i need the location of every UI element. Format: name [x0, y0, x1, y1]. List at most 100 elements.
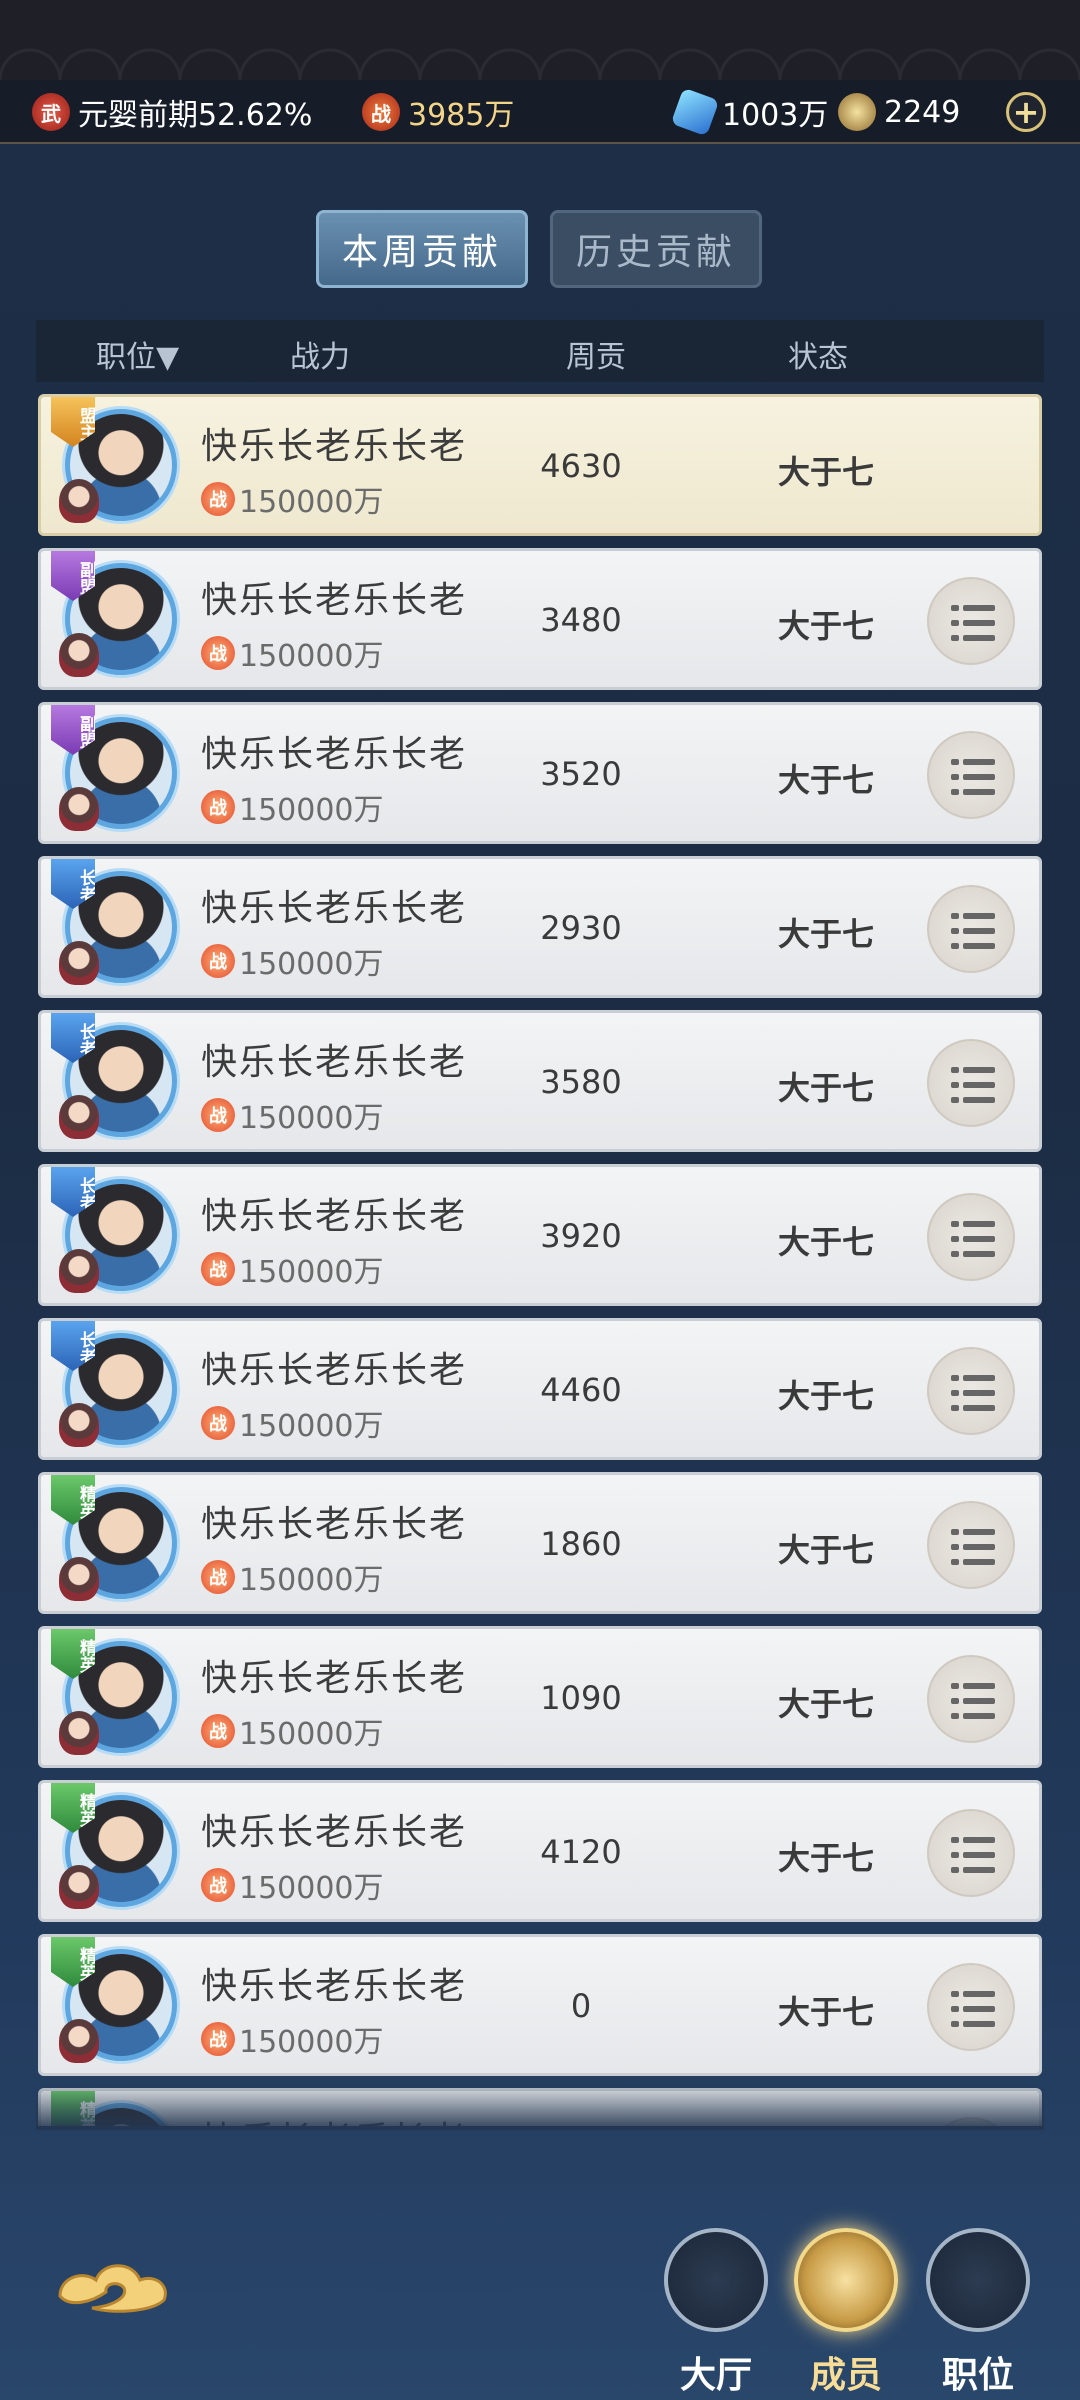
member-weekly: 2930 [540, 909, 622, 947]
member-row[interactable]: 长老 快乐长老乐长老 战 150000万 4460 大于七 [38, 1318, 1042, 1460]
list-icon [951, 1405, 995, 1411]
member-power-value: 150000万 [239, 485, 384, 520]
member-avatar[interactable]: 精英 [51, 1937, 183, 2067]
member-power-value: 150000万 [239, 1717, 384, 1752]
member-menu-button[interactable] [927, 1347, 1015, 1435]
nav-item[interactable]: 成员 [794, 2228, 900, 2396]
member-row[interactable]: 长老 快乐长老乐长老 战 150000万 3580 大于七 [38, 1010, 1042, 1152]
chibi-pet-icon [59, 1095, 99, 1139]
member-state: 大于七 [777, 1685, 874, 1723]
chibi-pet-icon [59, 1249, 99, 1293]
member-menu-button[interactable] [927, 577, 1015, 665]
list-icon [951, 1082, 995, 1088]
member-power-value: 150000万 [239, 1255, 384, 1290]
member-menu-button[interactable] [927, 1655, 1015, 1743]
member-menu-button[interactable] [927, 1963, 1015, 2051]
chibi-pet-icon [59, 2019, 99, 2063]
member-menu-button[interactable] [927, 1193, 1015, 1281]
realm-stat: 武 元婴前期52.62% [32, 90, 312, 134]
member-avatar[interactable]: 长老 [51, 1321, 183, 1451]
member-avatar[interactable]: 长老 [51, 1013, 183, 1143]
member-row[interactable]: 精英 快乐长老乐长老 战 150000万 1860 大于七 [38, 1472, 1042, 1614]
zhan-badge-icon: 战 [201, 1868, 235, 1902]
tab-this-week[interactable]: 本周贡献 [316, 210, 528, 288]
member-power-value: 150000万 [239, 947, 384, 982]
list-icon [951, 1559, 995, 1565]
list-icon [951, 635, 995, 641]
list-icon [951, 1867, 995, 1873]
member-avatar[interactable]: 精英 [51, 1783, 183, 1913]
member-weekly: 3920 [540, 1217, 622, 1255]
member-weekly: 3520 [540, 755, 622, 793]
member-avatar[interactable]: 精英 [51, 1629, 183, 1759]
member-row[interactable]: 精英 快乐长老乐长老 战 150000万 0 大于七 [38, 1934, 1042, 2076]
coin-stat: 2249 [838, 90, 960, 134]
member-menu-button[interactable] [927, 1809, 1015, 1897]
member-state: 大于七 [777, 1993, 874, 2031]
nav-item[interactable]: 大厅 [664, 2228, 770, 2396]
chibi-pet-icon [59, 1865, 99, 1909]
zhan-badge-icon: 战 [201, 2022, 235, 2056]
member-name: 快乐长老乐长老 [201, 1350, 468, 1391]
member-weekly: 4460 [540, 1371, 622, 1409]
member-name: 快乐长老乐长老 [201, 1042, 468, 1083]
list-icon [951, 1390, 995, 1396]
member-name: 快乐长老乐长老 [201, 734, 468, 775]
member-row[interactable]: 精英 快乐长老乐长老 战 150000万 4120 大于七 [38, 1780, 1042, 1922]
members-icon [794, 2228, 898, 2332]
member-state: 大于七 [777, 1069, 874, 1107]
member-state: 大于七 [777, 1839, 874, 1877]
member-avatar[interactable]: 长老 [51, 1167, 183, 1297]
member-name: 快乐长老乐长老 [201, 1504, 468, 1545]
member-name: 快乐长老乐长老 [201, 1966, 468, 2007]
list-icon [951, 1236, 995, 1242]
list-icon [951, 1221, 995, 1227]
chibi-pet-icon [59, 787, 99, 831]
member-avatar[interactable]: 副盟 [51, 705, 183, 835]
member-state: 大于七 [777, 1223, 874, 1261]
member-power-value: 150000万 [239, 1409, 384, 1444]
member-menu-button[interactable] [927, 1501, 1015, 1589]
crystal-stat: 1003万 [670, 87, 828, 137]
member-row[interactable]: 副盟 快乐长老乐长老 战 150000万 3520 大于七 [38, 702, 1042, 844]
member-power: 战 150000万 [201, 631, 384, 675]
zhan-badge-icon: 战 [201, 1714, 235, 1748]
tab-history[interactable]: 历史贡献 [550, 210, 762, 288]
member-row[interactable]: 长老 快乐长老乐长老 战 150000万 2930 大于七 [38, 856, 1042, 998]
header-position-sort[interactable]: 职位▼ [96, 332, 179, 376]
nav-item[interactable]: 职位 [926, 2228, 1032, 2396]
member-avatar[interactable]: 精英 [51, 1475, 183, 1605]
member-menu-button[interactable] [927, 1039, 1015, 1127]
member-avatar[interactable]: 副盟 [51, 551, 183, 681]
list-icon [951, 943, 995, 949]
member-list[interactable]: 盟主 快乐长老乐长老 战 150000万 4630 大于七 副盟 快乐长老乐长老… [0, 394, 1080, 2126]
member-row[interactable]: 精英 快乐长老乐长老 战 150000万 1090 大于七 [38, 1626, 1042, 1768]
member-avatar[interactable]: 长老 [51, 859, 183, 989]
member-power: 战 150000万 [201, 1093, 384, 1137]
zhan-badge-icon: 战 [201, 636, 235, 670]
member-avatar[interactable]: 盟主 [51, 397, 183, 527]
list-icon [951, 1991, 995, 1997]
cloud-menu-icon[interactable] [52, 2250, 176, 2322]
list-icon [951, 1097, 995, 1103]
member-row[interactable]: 长老 快乐长老乐长老 战 150000万 3920 大于七 [38, 1164, 1042, 1306]
list-icon [951, 1544, 995, 1550]
member-weekly: 4120 [540, 1833, 622, 1871]
member-weekly: 4630 [540, 447, 622, 485]
zhan-badge-icon: 战 [201, 1406, 235, 1440]
list-icon [951, 1529, 995, 1535]
list-icon [951, 1251, 995, 1257]
zhan-badge-icon: 战 [201, 944, 235, 978]
header-state: 状态 [788, 340, 848, 375]
member-menu-button[interactable] [927, 731, 1015, 819]
list-icon [951, 759, 995, 765]
member-power: 战 150000万 [201, 1555, 384, 1599]
member-row[interactable]: 副盟 快乐长老乐长老 战 150000万 3480 大于七 [38, 548, 1042, 690]
list-icon [951, 1683, 995, 1689]
crystal-icon [670, 87, 720, 137]
member-menu-button[interactable] [927, 885, 1015, 973]
member-state: 大于七 [777, 453, 874, 491]
add-resource-button[interactable]: + [1006, 92, 1046, 132]
member-row[interactable]: 盟主 快乐长老乐长老 战 150000万 4630 大于七 [38, 394, 1042, 536]
chibi-pet-icon [59, 1711, 99, 1755]
